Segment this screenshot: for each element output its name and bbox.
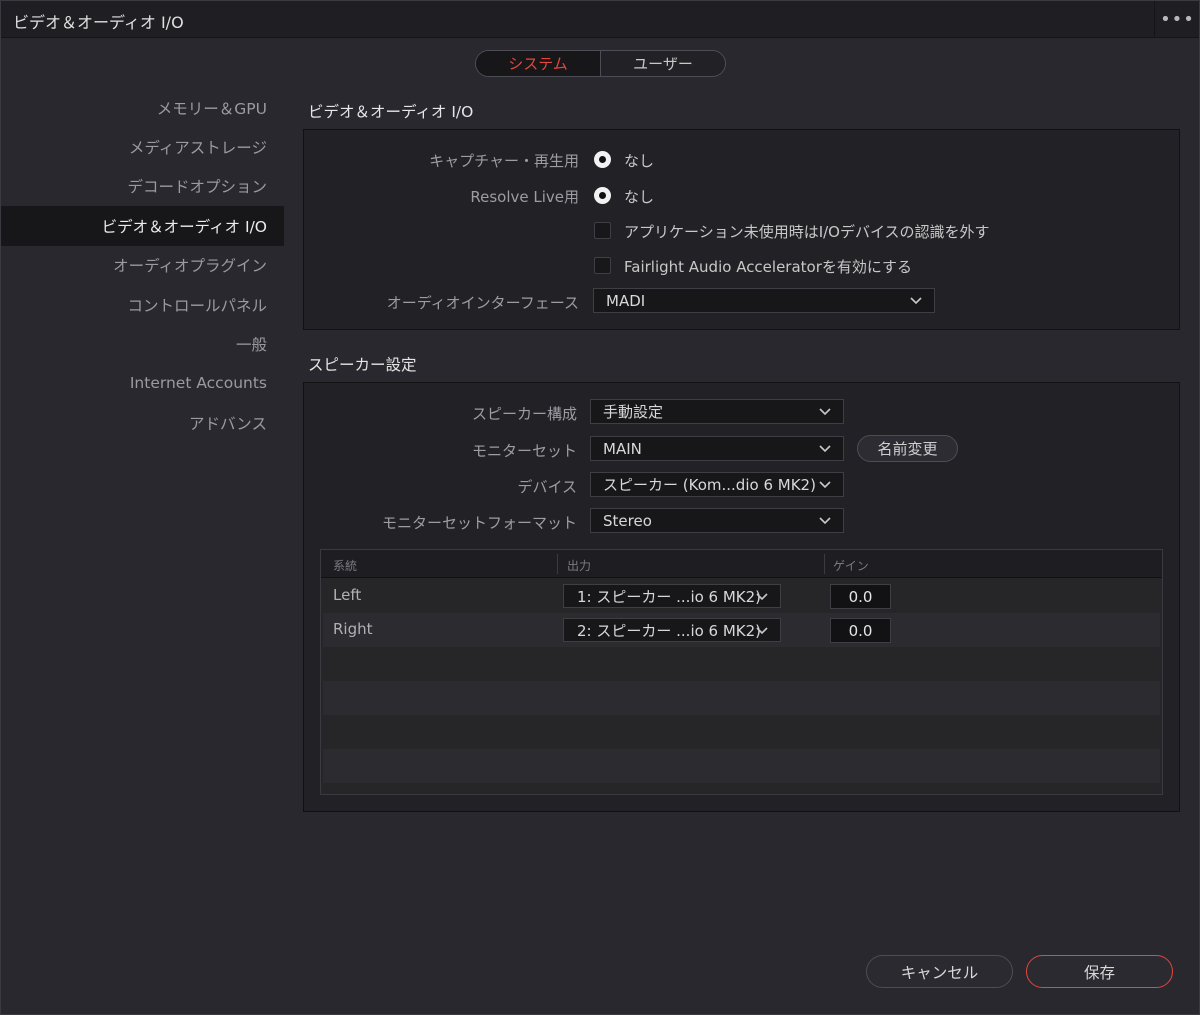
sidebar-item-internet-accounts[interactable]: Internet Accounts (0, 364, 284, 403)
output-select[interactable]: 1: スピーカー ...io 6 MK2) (563, 584, 781, 608)
capture-none-radio[interactable] (594, 151, 611, 168)
output-value: 1: スピーカー ...io 6 MK2) (577, 587, 762, 606)
title-bar: ビデオ＆オーディオ I/O ••• (0, 0, 1200, 38)
gain-input[interactable]: 0.0 (830, 584, 891, 609)
table-row-empty (323, 647, 1160, 681)
capture-none-text: なし (624, 152, 655, 170)
sidebar-item-media-storage[interactable]: メディアストレージ (0, 127, 284, 166)
speaker-config-label: スピーカー構成 (471, 405, 577, 423)
monitor-format-value: Stereo (603, 511, 652, 530)
speaker-config-value: 手動設定 (603, 403, 664, 421)
capture-playback-label: キャプチャー・再生用 (429, 152, 579, 170)
video-audio-section-title: ビデオ＆オーディオ I/O (308, 103, 474, 121)
video-audio-panel: キャプチャー・再生用 なし Resolve Live用 なし アプリケーション未… (303, 129, 1180, 330)
tab-user[interactable]: ユーザー (601, 51, 725, 76)
chevron-down-icon (756, 593, 768, 601)
cancel-button[interactable]: キャンセル (866, 955, 1013, 988)
chevron-down-icon (756, 627, 768, 635)
window-title: ビデオ＆オーディオ I/O (13, 13, 184, 32)
fairlight-accelerator-label: Fairlight Audio Acceleratorを有効にする (624, 258, 913, 276)
column-header-output: 出力 (567, 559, 592, 573)
table-row: Right 2: スピーカー ...io 6 MK2) 0.0 (323, 613, 1160, 647)
audio-interface-value: MADI (606, 291, 646, 310)
monitor-format-label: モニターセットフォーマット (381, 514, 577, 532)
chevron-down-icon (819, 408, 831, 416)
output-select[interactable]: 2: スピーカー ...io 6 MK2) (563, 618, 781, 642)
sidebar: メモリー＆GPU メディアストレージ デコードオプション ビデオ＆オーディオ I… (0, 88, 284, 443)
chevron-down-icon (819, 481, 831, 489)
monitor-set-value: MAIN (603, 439, 642, 458)
fairlight-accelerator-checkbox[interactable] (594, 257, 611, 274)
resolve-live-none-radio[interactable] (594, 187, 611, 204)
release-io-label: アプリケーション未使用時はI/Oデバイスの認識を外す (624, 223, 990, 241)
audio-interface-label: オーディオインターフェース (386, 294, 579, 312)
device-label: デバイス (517, 478, 577, 496)
chevron-down-icon (819, 517, 831, 525)
column-header-channel: 系統 (333, 559, 358, 573)
channel-name: Right (333, 620, 373, 638)
table-row-empty (323, 681, 1160, 715)
column-divider[interactable] (824, 554, 825, 574)
table-row-empty (323, 749, 1160, 783)
table-header: 系統 出力 ゲイン (321, 550, 1162, 578)
gain-input[interactable]: 0.0 (830, 618, 891, 643)
sidebar-item-control-panels[interactable]: コントロールパネル (0, 285, 284, 324)
table-row-empty (323, 715, 1160, 749)
more-options-button[interactable]: ••• (1154, 0, 1200, 38)
chevron-down-icon (910, 297, 922, 305)
speaker-config-select[interactable]: 手動設定 (590, 399, 844, 424)
output-value: 2: スピーカー ...io 6 MK2) (577, 621, 762, 640)
rename-button[interactable]: 名前変更 (857, 435, 958, 462)
preferences-tabs: システム ユーザー (475, 50, 726, 77)
speaker-section-title: スピーカー設定 (308, 356, 417, 374)
more-dots-icon: ••• (1160, 8, 1195, 30)
column-divider[interactable] (557, 554, 558, 574)
release-io-checkbox[interactable] (594, 222, 611, 239)
chevron-down-icon (819, 445, 831, 453)
monitor-set-label: モニターセット (471, 442, 577, 460)
sidebar-item-audio-plugins[interactable]: オーディオプラグイン (0, 246, 284, 285)
device-value: スピーカー (Kom...dio 6 MK2) (603, 476, 816, 494)
sidebar-item-general[interactable]: 一般 (0, 324, 284, 363)
table-row: Left 1: スピーカー ...io 6 MK2) 0.0 (323, 579, 1160, 613)
save-button[interactable]: 保存 (1026, 955, 1173, 988)
resolve-live-label: Resolve Live用 (470, 188, 579, 206)
tab-system[interactable]: システム (476, 51, 601, 76)
sidebar-item-video-audio-io[interactable]: ビデオ＆オーディオ I/O (0, 206, 284, 246)
resolve-live-none-text: なし (624, 188, 655, 206)
channel-table: 系統 出力 ゲイン Left 1: スピーカー ...io 6 MK2) 0.0… (320, 549, 1163, 795)
audio-interface-select[interactable]: MADI (593, 288, 935, 313)
sidebar-item-advanced[interactable]: アドバンス (0, 403, 284, 442)
sidebar-item-decode-options[interactable]: デコードオプション (0, 167, 284, 206)
column-header-gain: ゲイン (833, 559, 869, 573)
device-select[interactable]: スピーカー (Kom...dio 6 MK2) (590, 472, 844, 497)
channel-name: Left (333, 586, 362, 604)
monitor-set-select[interactable]: MAIN (590, 436, 844, 461)
sidebar-item-memory-gpu[interactable]: メモリー＆GPU (0, 88, 284, 127)
monitor-format-select[interactable]: Stereo (590, 508, 844, 533)
